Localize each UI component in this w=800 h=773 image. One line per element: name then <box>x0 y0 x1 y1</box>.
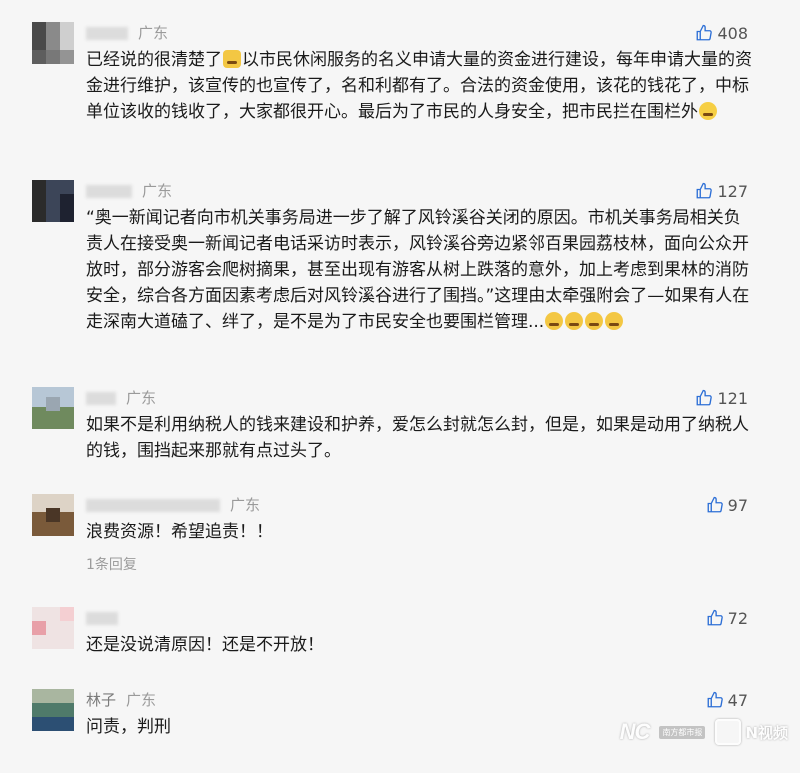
grin-emoji-icon <box>699 102 717 120</box>
watermark-small: 南方都市报 <box>659 725 706 739</box>
comment-meta: 广东 <box>86 387 156 409</box>
like-button[interactable]: 121 <box>695 387 748 409</box>
username[interactable]: 林子 <box>86 691 116 709</box>
comment-text: 还是没说清原因！还是不开放！ <box>86 632 756 658</box>
comment-text: 已经说的很清楚了 以市民休闲服务的名义申请大量的资金进行建设，每年申请大量的资金进… <box>86 47 756 125</box>
username-blurred <box>86 612 118 625</box>
thumbs-up-icon <box>697 24 713 41</box>
watermark-brand: NC <box>619 719 651 744</box>
play-icon <box>715 719 742 745</box>
comment-text: 如果不是利用纳税人的钱来建设和护养，爱怎么封就怎么封，但是，如果是动用了纳税人的… <box>86 412 756 464</box>
comment-region: 广东 <box>230 496 261 514</box>
like-count: 97 <box>727 495 748 515</box>
like-button[interactable]: 127 <box>695 180 748 202</box>
sleep-emoji-icon <box>585 312 604 330</box>
comment-text-segment: “奥一新闻记者向市机关事务局进一步了解了风铃溪谷关闭的原因。市机关事务局相关负责… <box>86 208 750 332</box>
like-count: 127 <box>717 181 748 201</box>
thumbs-up-icon <box>707 496 723 513</box>
like-count: 47 <box>727 690 748 710</box>
thumbs-up-icon <box>697 389 713 406</box>
comment-text-segment: 如果不是利用纳税人的钱来建设和护养，爱怎么封就怎么封，但是，如果是动用了纳税人的… <box>86 415 749 461</box>
like-count: 121 <box>717 388 748 408</box>
thumbs-up-icon <box>707 691 723 708</box>
username-blurred <box>86 185 132 198</box>
avatar[interactable] <box>32 689 74 731</box>
like-count: 408 <box>717 23 748 43</box>
like-button[interactable]: 97 <box>706 494 748 516</box>
avatar[interactable] <box>32 180 74 222</box>
username-blurred <box>86 392 116 405</box>
comment-meta: 广东 <box>86 22 168 44</box>
avatar[interactable] <box>32 494 74 536</box>
comment-text-segment: 浪费资源！希望追责！！ <box>86 522 273 542</box>
username-blurred <box>86 27 128 40</box>
comment-region: 广东 <box>138 24 169 42</box>
comment-meta: 林子 广东 <box>86 689 156 711</box>
comment-text: 浪费资源！希望追责！！ <box>86 519 756 545</box>
sleep-emoji-icon <box>605 312 624 330</box>
avatar[interactable] <box>32 607 74 649</box>
comment-meta: 广东 <box>86 180 172 202</box>
comment-text-segment: 已经说的很清楚了 <box>86 50 222 70</box>
watermark-video: N视频 <box>715 719 788 745</box>
thumbs-up-icon <box>707 609 723 626</box>
comment-text-segment: 还是没说清原因！还是不开放！ <box>86 635 324 655</box>
comment-region: 广东 <box>142 182 173 200</box>
watermark: NC 南方都市报 N视频 <box>620 719 788 745</box>
comment-region: 广东 <box>126 691 157 709</box>
thumbs-up-icon <box>697 182 713 199</box>
like-button[interactable]: 72 <box>706 607 748 629</box>
avatar[interactable] <box>32 387 74 429</box>
comment-meta: 广东 <box>86 494 260 516</box>
comment-region: 广东 <box>126 389 157 407</box>
watermark-video-label: N视频 <box>745 723 788 742</box>
sweat-emoji-icon <box>565 312 584 330</box>
replies-link[interactable]: 1条回复 <box>86 554 137 574</box>
username-blurred <box>86 499 220 512</box>
like-button[interactable]: 47 <box>706 689 748 711</box>
comment-text-segment: 问责，判刑 <box>86 717 171 737</box>
cat-emoji-icon <box>223 50 241 68</box>
avatar[interactable] <box>32 22 74 64</box>
comment-text: “奥一新闻记者向市机关事务局进一步了解了风铃溪谷关闭的原因。市机关事务局相关负责… <box>86 205 756 335</box>
like-count: 72 <box>727 608 748 628</box>
sweat-emoji-icon <box>545 312 564 330</box>
like-button[interactable]: 408 <box>695 22 748 44</box>
comment-meta <box>86 607 128 629</box>
